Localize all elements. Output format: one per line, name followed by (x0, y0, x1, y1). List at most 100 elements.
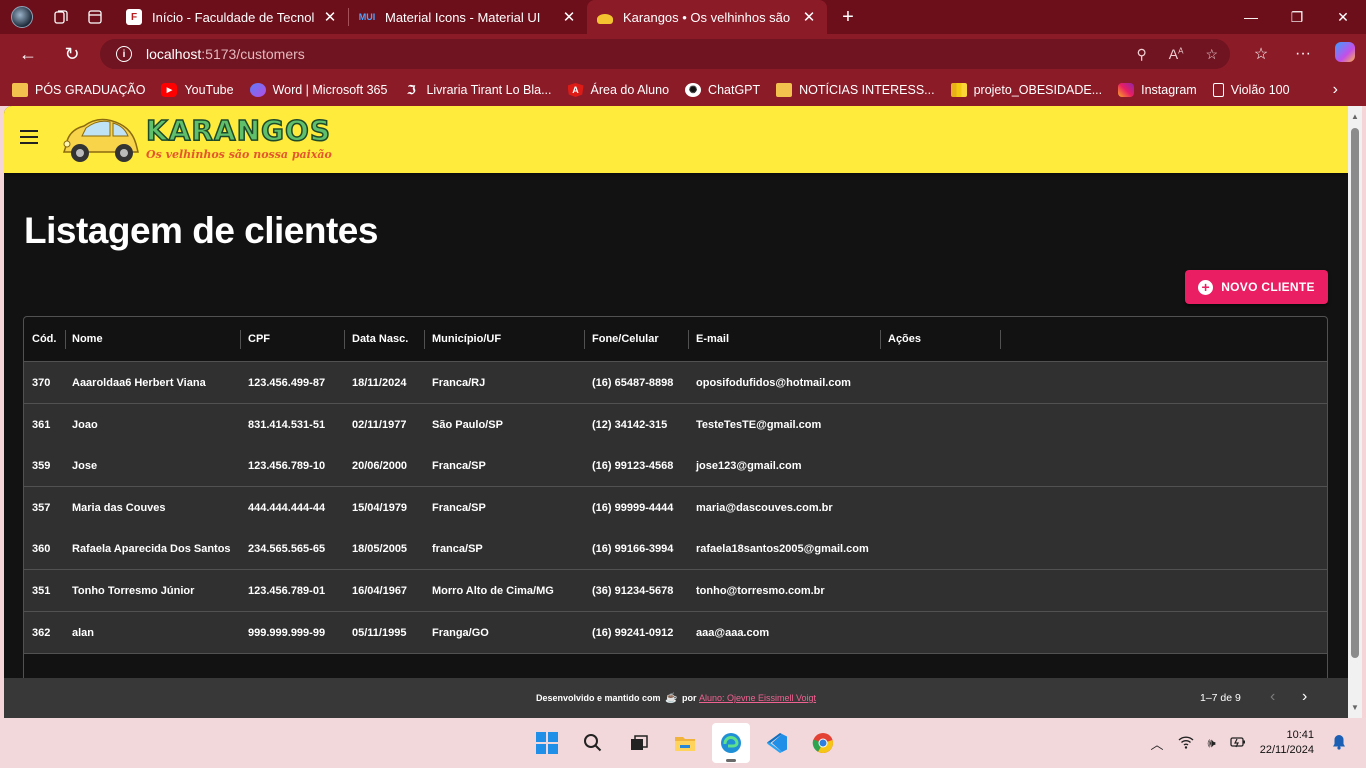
column-separator[interactable] (584, 330, 585, 349)
column-separator[interactable] (1000, 330, 1001, 349)
cell-cpf: 831.414.531-51 (248, 418, 326, 431)
table-row[interactable]: 360 Rafaela Aparecida Dos Santos 234.565.5… (24, 528, 1327, 571)
column-header-email[interactable]: E-mail (696, 317, 729, 362)
refresh-icon[interactable]: ↻ (50, 34, 94, 74)
page-scrollbar[interactable]: ▲ ▼ (1348, 106, 1362, 718)
cell-codigo: 359 (32, 460, 51, 473)
menu-icon[interactable] (20, 130, 38, 144)
chevron-right-icon[interactable]: › (1333, 74, 1338, 106)
favorites-icon[interactable]: ☆ (1240, 44, 1282, 64)
vscode-icon[interactable] (758, 723, 796, 763)
next-page-icon[interactable]: › (1302, 678, 1307, 718)
column-header-data-nasc[interactable]: Data Nasc. (352, 317, 408, 362)
tab-fatec[interactable]: F Início - Faculdade de Tecnologia d ✕ (116, 0, 348, 34)
windows-start-icon[interactable] (528, 723, 566, 763)
bookmark-noticias[interactable]: NOTÍCIAS INTERESS... (776, 83, 935, 97)
column-header-municipio[interactable]: Município/UF (432, 317, 501, 362)
workspaces-icon[interactable] (44, 0, 78, 34)
table-row[interactable]: 370 Aaaroldaa6 Herbert Viana 123.456.499-8… (24, 362, 1327, 404)
cell-nome: Jose (72, 460, 98, 473)
profile-avatar[interactable] (0, 0, 44, 34)
tab-actions-icon[interactable] (78, 0, 112, 34)
tab-karangos[interactable]: Karangos • Os velhinhos são noss ✕ (587, 0, 827, 34)
task-view-icon[interactable] (620, 723, 658, 763)
column-header-codigo[interactable]: Cód. (32, 317, 56, 362)
column-separator[interactable] (688, 330, 689, 349)
restore-icon[interactable]: ❐ (1274, 9, 1320, 26)
cell-cpf: 999.999.999-99 (248, 626, 326, 639)
address-bar[interactable]: i localhost:5173/customers ⚲ AA ☆ (100, 39, 1230, 69)
read-aloud-icon[interactable]: AA (1169, 46, 1184, 62)
volume-icon[interactable]: 🕪 (1208, 735, 1216, 751)
column-separator[interactable] (344, 330, 345, 349)
column-separator[interactable] (65, 330, 66, 349)
cell-data-nasc: 20/06/2000 (352, 460, 408, 473)
bookmark-word[interactable]: Word | Microsoft 365 (249, 83, 387, 97)
search-icon[interactable] (574, 723, 612, 763)
column-header-fone[interactable]: Fone/Celular (592, 317, 659, 362)
column-header-acoes[interactable]: Ações (888, 317, 921, 362)
file-explorer-icon[interactable] (666, 723, 704, 763)
word-icon (249, 83, 266, 97)
close-tab-icon[interactable]: ✕ (799, 8, 819, 26)
bookmark-livraria[interactable]: ℑ Livraria Tirant Lo Bla... (403, 83, 551, 97)
cell-nome: Maria das Couves (72, 501, 166, 514)
edge-browser-icon[interactable] (712, 723, 750, 763)
bookmark-instagram[interactable]: Instagram (1118, 83, 1197, 97)
column-separator[interactable] (880, 330, 881, 349)
scroll-up-icon[interactable]: ▲ (1348, 112, 1362, 121)
more-menu-icon[interactable]: ··· (1282, 45, 1324, 63)
tab-material-icons[interactable]: MUI Material Icons - Material UI ✕ (349, 0, 587, 34)
cell-nome: Rafaela Aparecida Dos Santos (72, 543, 231, 556)
site-info-icon[interactable]: i (116, 46, 132, 62)
folder-icon (12, 83, 28, 97)
cell-cpf: 123.456.789-01 (248, 585, 326, 597)
new-tab-icon[interactable]: + (831, 0, 865, 34)
close-tab-icon[interactable]: ✕ (559, 8, 579, 26)
column-header-nome[interactable]: Nome (72, 317, 103, 362)
bookmark-youtube[interactable]: ▶ YouTube (161, 83, 234, 97)
cell-data-nasc: 15/04/1979 (352, 501, 408, 514)
table-row[interactable]: 362 alan 999.999.999-99 05/11/1995 Franga/GO… (24, 611, 1327, 654)
brand-slogan: Os velhinhos são nossa paixão (146, 148, 332, 161)
cell-fone: (16) 99166-3994 (592, 543, 674, 556)
cell-fone: (16) 99123-4568 (592, 460, 674, 473)
bookmark-projeto[interactable]: projeto_OBESIDADE... (950, 83, 1102, 97)
close-window-icon[interactable]: ✕ (1320, 9, 1366, 26)
table-row[interactable]: 361 Joao 831.414.531-51 02/11/1977 São Paulo… (24, 403, 1327, 446)
minimize-icon[interactable]: — (1228, 9, 1274, 26)
bookmark-chatgpt[interactable]: ✺ ChatGPT (685, 83, 760, 97)
bookmark-pos-graduacao[interactable]: PÓS GRADUAÇÃO (12, 83, 145, 97)
back-arrow-icon[interactable]: ← (6, 34, 50, 74)
favorite-star-icon[interactable]: ☆ (1205, 46, 1218, 63)
system-clock[interactable]: 10:41 22/11/2024 (1260, 728, 1314, 758)
column-separator[interactable] (240, 330, 241, 349)
chatgpt-icon: ✺ (685, 83, 702, 97)
tab-title: Início - Faculdade de Tecnologia d (152, 9, 314, 25)
zoom-icon[interactable]: ⚲ (1136, 46, 1146, 63)
cell-cpf: 123.456.789-10 (248, 460, 326, 473)
cell-codigo: 351 (32, 585, 51, 597)
new-customer-button[interactable]: + NOVO CLIENTE (1185, 270, 1328, 304)
brand-name: KARANGOS (145, 113, 331, 148)
chevron-up-icon[interactable]: ︿ (1151, 734, 1164, 753)
wifi-icon[interactable] (1178, 735, 1194, 752)
bookmark-area-aluno[interactable]: A Área do Aluno (567, 83, 669, 97)
previous-page-icon[interactable]: ‹ (1270, 678, 1275, 718)
notification-bell-icon[interactable] (1332, 734, 1346, 753)
column-separator[interactable] (424, 330, 425, 349)
battery-icon[interactable] (1230, 735, 1246, 752)
window-controls: — ❐ ✕ (1228, 9, 1366, 26)
table-row[interactable]: 359 Jose 123.456.789-10 20/06/2000 Franca/SP… (24, 445, 1327, 488)
scrollbar-thumb[interactable] (1351, 128, 1359, 658)
author-link[interactable]: Aluno: Ojevne Eissimell Voigt (699, 693, 816, 703)
scroll-down-icon[interactable]: ▼ (1348, 703, 1362, 712)
table-row[interactable]: 351 Tonho Torresmo Júnior 123.456.789-01 16… (24, 570, 1327, 612)
copilot-icon[interactable] (1324, 41, 1366, 67)
table-row[interactable]: 357 Maria das Couves 444.444.444-44 15/04/1… (24, 486, 1327, 529)
chrome-icon[interactable] (804, 723, 842, 763)
karangos-logo[interactable]: KARANGOS Os velhinhos são nossa paixão (58, 110, 332, 168)
close-tab-icon[interactable]: ✕ (320, 8, 340, 26)
bookmark-violao[interactable]: Violão 100 (1212, 83, 1290, 97)
column-header-cpf[interactable]: CPF (248, 317, 270, 362)
